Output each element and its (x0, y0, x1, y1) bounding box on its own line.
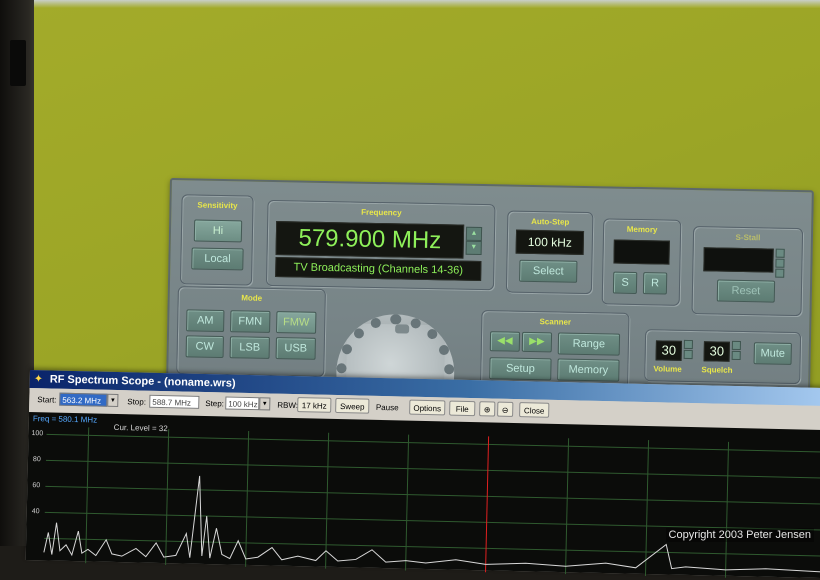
close-button[interactable]: Close (519, 402, 550, 418)
spectrum-scope-window: ✦ RF Spectrum Scope - (noname.wrs) Start… (25, 370, 820, 579)
step-input[interactable]: 100 kHz (225, 396, 260, 411)
memory-recall-button[interactable]: R (642, 272, 668, 295)
spectrum-trace (43, 475, 820, 573)
level-readout: Cur. Level = 32 (113, 422, 168, 434)
sensitivity-hi-button[interactable]: Hi (193, 219, 243, 243)
start-dropdown-icon[interactable]: ▼ (107, 393, 119, 408)
rbw-label: RBW: (277, 400, 299, 411)
squelch-label: Squelch (701, 365, 733, 375)
cursor-line (485, 436, 490, 573)
mode-cw-button[interactable]: CW (185, 335, 224, 359)
s-stall-display (703, 247, 774, 273)
scanner-title: Scanner (539, 317, 572, 327)
sweep-button[interactable]: Sweep (335, 397, 370, 414)
bezel-clip (10, 40, 26, 86)
fast-forward-icon[interactable]: ▶▶ (521, 331, 553, 353)
volume-display: 30 (655, 340, 682, 361)
mute-button[interactable]: Mute (753, 342, 792, 365)
volume-spinner-icon[interactable] (683, 339, 693, 360)
auto-step-display: 100 kHz (515, 229, 585, 255)
frequency-down-icon[interactable]: ▼ (465, 240, 482, 255)
local-button[interactable]: Local (191, 247, 244, 271)
mode-lsb-button[interactable]: LSB (229, 336, 270, 359)
copyright-watermark: Copyright 2003 Peter Jensen (665, 528, 814, 542)
memory-title: Memory (626, 224, 658, 235)
frequency-up-icon[interactable]: ▲ (465, 226, 483, 241)
auto-step-select-button[interactable]: Select (519, 259, 578, 283)
sensitivity-title: Sensitivity (197, 200, 238, 211)
frequency-group: Frequency 579.900 MHz ▲ ▼ TV Broadcastin… (265, 199, 496, 291)
y-tick-60: 60 (32, 482, 41, 490)
volume-label: Volume (653, 364, 682, 374)
rewind-icon[interactable]: ◀◀ (489, 331, 521, 352)
mode-title: Mode (241, 293, 263, 303)
zoom-in-icon[interactable]: ⊕ (479, 401, 496, 417)
scanner-setup-button[interactable]: Setup (489, 357, 552, 381)
auto-step-title: Auto-Step (531, 216, 570, 227)
stop-input[interactable]: 588.7 MHz (149, 394, 200, 409)
spectrum-plot[interactable]: Freq = 580.1 MHz Cur. Level = 32 100 80 … (25, 411, 820, 579)
y-tick-40: 40 (31, 508, 40, 516)
start-label: Start: (37, 395, 57, 405)
memory-display (613, 239, 670, 265)
band-display: TV Broadcasting (Channels 14-36) (275, 257, 482, 281)
s-stall-title: S-Stall (735, 232, 761, 243)
pause-button[interactable]: Pause (371, 399, 403, 415)
zoom-out-icon[interactable]: ⊖ (497, 401, 514, 417)
app-icon: ✦ (33, 373, 44, 386)
scope-title: RF Spectrum Scope - (noname.wrs) (49, 373, 236, 390)
step-label: Step: (205, 398, 225, 409)
file-button[interactable]: File (449, 400, 476, 417)
sensitivity-group: Sensitivity Hi Local (179, 194, 254, 286)
scanner-memory-button[interactable]: Memory (557, 358, 620, 382)
start-input[interactable]: 563.2 MHz (59, 392, 108, 407)
memory-group: Memory S R (601, 218, 682, 306)
desktop-top-edge (34, 0, 820, 8)
options-button[interactable]: Options (409, 399, 446, 416)
scanner-range-button[interactable]: Range (557, 332, 621, 356)
frequency-display: 579.900 MHz (275, 221, 465, 259)
memory-store-button[interactable]: S (612, 271, 638, 294)
mode-group: Mode AM FMN FMW CW LSB USB (176, 286, 326, 377)
y-tick-80: 80 (32, 456, 41, 464)
frequency-title: Frequency (361, 207, 402, 218)
audio-group: 30 Volume 30 Squelch Mute (644, 329, 802, 385)
mode-fmw-button[interactable]: FMW (276, 311, 317, 334)
step-dropdown-icon[interactable]: ▼ (259, 397, 271, 411)
squelch-display: 30 (703, 341, 730, 362)
spectrum-grid (43, 427, 820, 578)
auto-step-group: Auto-Step 100 kHz Select (505, 210, 594, 295)
squelch-spinner-icon[interactable] (731, 340, 741, 361)
rbw-value[interactable]: 17 kHz (297, 397, 332, 413)
y-tick-100: 100 (31, 430, 44, 438)
frequency-readout: Freq = 580.1 MHz (32, 414, 98, 425)
s-stall-group: S-Stall Reset (691, 226, 804, 317)
stop-label: Stop: (127, 397, 147, 407)
s-stall-spinner-icon[interactable] (775, 248, 785, 279)
mode-usb-button[interactable]: USB (275, 337, 316, 360)
mode-fmn-button[interactable]: FMN (230, 310, 271, 333)
mode-am-button[interactable]: AM (186, 309, 225, 333)
grid-lines (44, 427, 820, 578)
s-stall-reset-button[interactable]: Reset (716, 279, 776, 303)
tuning-knob-marker (395, 324, 410, 334)
